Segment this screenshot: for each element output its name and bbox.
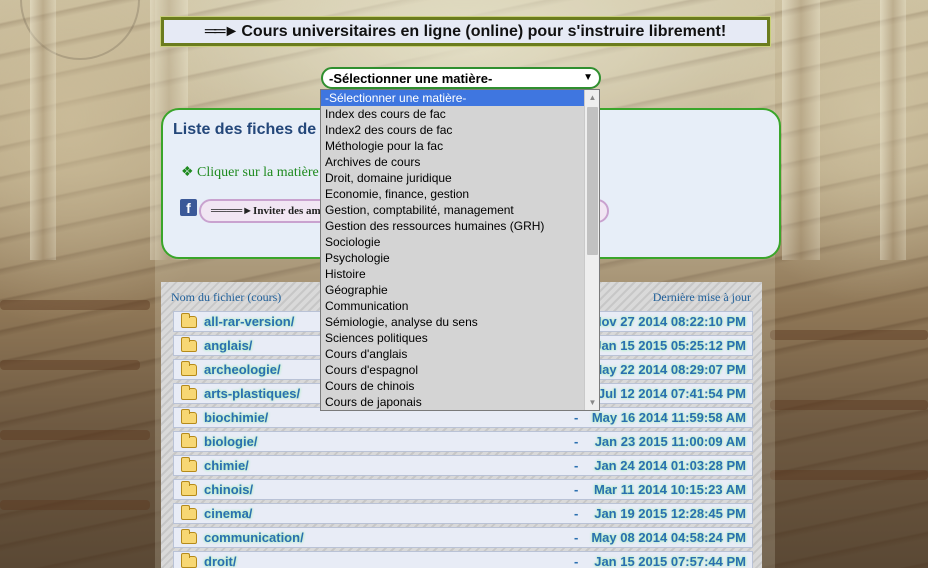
dropdown-option[interactable]: Economie, finance, gestion: [321, 186, 584, 202]
dropdown-option[interactable]: Histoire: [321, 266, 584, 282]
facebook-icon[interactable]: f: [180, 199, 197, 216]
file-date: Jan 19 2015 12:28:45 PM: [594, 506, 746, 521]
dropdown-option[interactable]: Communication: [321, 298, 584, 314]
background-bench: [0, 300, 150, 310]
file-date: Mar 11 2014 10:15:23 AM: [593, 482, 746, 497]
column-header-name[interactable]: Nom du fichier (cours): [171, 290, 281, 305]
panel-hint: ❖ Cliquer sur la matière: [181, 165, 319, 180]
file-date: Jan 15 2015 07:57:44 PM: [594, 554, 746, 568]
folder-icon: [181, 481, 197, 496]
folder-icon: [181, 385, 197, 400]
file-name-link[interactable]: chimie/: [204, 458, 249, 473]
background-bench: [770, 400, 928, 410]
file-date: Jan 15 2015 05:25:12 PM: [594, 338, 746, 353]
dropdown-option[interactable]: Gestion, comptabilité, management: [321, 202, 584, 218]
dropdown-option[interactable]: -Sélectionner une matière-: [321, 90, 584, 106]
dropdown-option[interactable]: Index des cours de fac: [321, 106, 584, 122]
file-name-link[interactable]: droit/: [204, 554, 237, 568]
file-size: -: [574, 506, 579, 521]
arrow-right-icon: ══►: [204, 22, 239, 40]
file-name-link[interactable]: arts-plastiques/: [204, 386, 300, 401]
background-pillar: [880, 0, 906, 260]
folder-icon: [181, 409, 197, 424]
subject-select-value: -Sélectionner une matière-: [329, 70, 493, 86]
file-size: -: [574, 554, 579, 568]
dropdown-option[interactable]: Archives de cours: [321, 154, 584, 170]
file-date: Jan 23 2015 11:00:09 AM: [594, 434, 746, 449]
file-row[interactable]: chimie/ - Jan 24 2014 01:03:28 PM: [173, 455, 753, 476]
scroll-down-icon[interactable]: ▼: [585, 395, 599, 410]
background-bench: [770, 330, 928, 340]
dropdown-option[interactable]: Droit, domaine juridique: [321, 170, 584, 186]
file-name-link[interactable]: all-rar-version/: [204, 314, 294, 329]
file-size: -: [574, 434, 579, 449]
file-date: May 16 2014 11:59:58 AM: [591, 410, 746, 425]
dropdown-option[interactable]: Gestion des ressources humaines (GRH): [321, 218, 584, 234]
dropdown-option[interactable]: Psychologie: [321, 250, 584, 266]
file-name-link[interactable]: chinois/: [204, 482, 253, 497]
dropdown-option[interactable]: Sciences politiques: [321, 330, 584, 346]
file-name-link[interactable]: communication/: [204, 530, 304, 545]
background-bench: [0, 430, 150, 440]
folder-icon: [181, 337, 197, 352]
file-name-link[interactable]: archeologie/: [204, 362, 281, 377]
scrollbar-thumb[interactable]: [587, 107, 598, 255]
dropdown-option[interactable]: Cours de chinois: [321, 378, 584, 394]
subject-select[interactable]: -Sélectionner une matière- ▼: [321, 67, 601, 89]
file-size: -: [574, 482, 579, 497]
file-date: May 22 2014 08:29:07 PM: [591, 362, 746, 377]
folder-icon: [181, 553, 197, 568]
background-bench: [0, 360, 140, 370]
folder-icon: [181, 313, 197, 328]
background-bench: [0, 500, 150, 510]
file-size: -: [574, 410, 579, 425]
subject-dropdown-list[interactable]: -Sélectionner une matière- Index des cour…: [320, 89, 600, 411]
background-pillar: [30, 0, 56, 260]
background-pillar: [782, 0, 820, 260]
folder-icon: [181, 361, 197, 376]
file-row[interactable]: droit/ - Jan 15 2015 07:57:44 PM: [173, 551, 753, 568]
site-title: Cours universitaires en ligne (online) p…: [241, 22, 727, 40]
folder-icon: [181, 505, 197, 520]
file-size: -: [574, 458, 579, 473]
file-name-link[interactable]: cinema/: [204, 506, 252, 521]
scroll-up-icon[interactable]: ▲: [585, 90, 599, 105]
dropdown-option[interactable]: Sémiologie, analyse du sens: [321, 314, 584, 330]
folder-icon: [181, 457, 197, 472]
column-header-date[interactable]: Dernière mise à jour: [653, 290, 751, 305]
site-title-banner: ══► Cours universitaires en ligne (onlin…: [160, 16, 771, 47]
dropdown-scrollbar[interactable]: ▲ ▼: [584, 90, 599, 410]
panel-title: Liste des fiches de c: [173, 121, 330, 138]
file-row[interactable]: communication/ - May 08 2014 04:58:24 PM: [173, 527, 753, 548]
file-date: Jul 12 2014 07:41:54 PM: [597, 386, 746, 401]
dropdown-option[interactable]: Cours de japonais: [321, 394, 584, 410]
dropdown-option[interactable]: Index2 des cours de fac: [321, 122, 584, 138]
dropdown-option[interactable]: Méthologie pour la fac: [321, 138, 584, 154]
file-size: -: [574, 530, 579, 545]
file-name-link[interactable]: anglais/: [204, 338, 252, 353]
file-row[interactable]: biologie/ - Jan 23 2015 11:00:09 AM: [173, 431, 753, 452]
file-date: May 08 2014 04:58:24 PM: [591, 530, 746, 545]
dropdown-option[interactable]: Sociologie: [321, 234, 584, 250]
file-row[interactable]: cinema/ - Jan 19 2015 12:28:45 PM: [173, 503, 753, 524]
file-name-link[interactable]: biologie/: [204, 434, 257, 449]
file-name-link[interactable]: biochimie/: [204, 410, 268, 425]
folder-icon: [181, 433, 197, 448]
chevron-down-icon: ▼: [583, 72, 593, 83]
file-date: Nov 27 2014 08:22:10 PM: [592, 314, 746, 329]
file-date: Jan 24 2014 01:03:28 PM: [594, 458, 746, 473]
dropdown-option[interactable]: Cours d'espagnol: [321, 362, 584, 378]
background-bench: [770, 470, 928, 480]
dropdown-option[interactable]: Cours d'anglais: [321, 346, 584, 362]
dropdown-option[interactable]: Géographie: [321, 282, 584, 298]
file-row[interactable]: chinois/ - Mar 11 2014 10:15:23 AM: [173, 479, 753, 500]
folder-icon: [181, 529, 197, 544]
